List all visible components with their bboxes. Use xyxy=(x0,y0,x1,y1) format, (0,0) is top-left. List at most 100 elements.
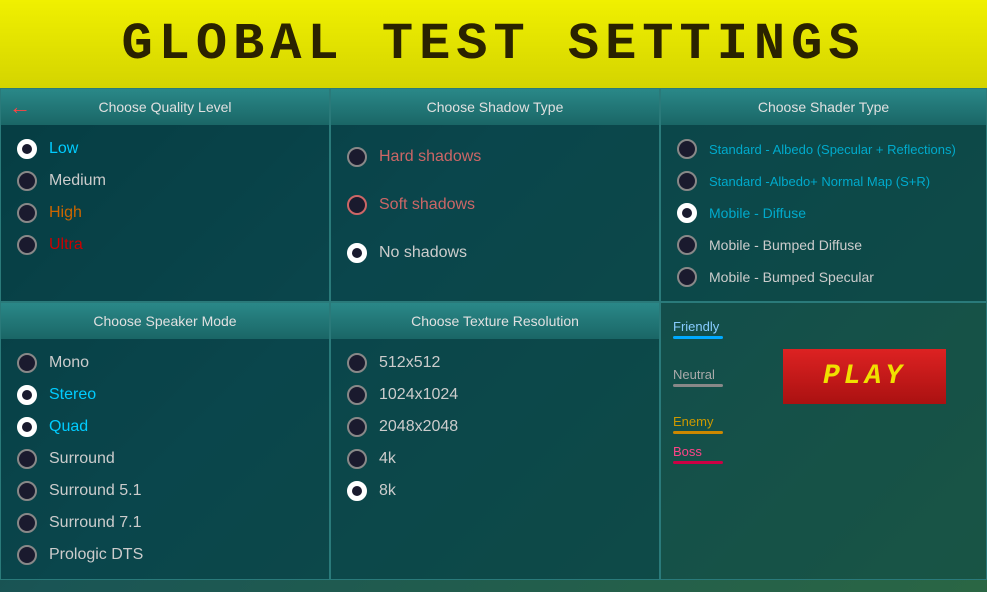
radio-soft xyxy=(347,195,367,215)
texture-panel: Choose Texture Resolution 512x512 1024x1… xyxy=(330,302,660,580)
shadow-no[interactable]: No shadows xyxy=(343,229,647,277)
shader-standard-normal[interactable]: Standard -Albedo+ Normal Map (S+R) xyxy=(673,165,974,197)
texture-512[interactable]: 512x512 xyxy=(343,347,647,379)
speaker-prologic-label: Prologic DTS xyxy=(49,546,143,564)
texture-2048[interactable]: 2048x2048 xyxy=(343,411,647,443)
speaker-body: Mono Stereo Quad Surround Surround 5.1 S… xyxy=(1,339,329,579)
quality-low-label: Low xyxy=(49,140,78,158)
shader-mobile-bumped[interactable]: Mobile - Bumped Diffuse xyxy=(673,229,974,261)
radio-high xyxy=(17,203,37,223)
quality-medium-label: Medium xyxy=(49,172,106,190)
radio-8k xyxy=(347,481,367,501)
radio-medium xyxy=(17,171,37,191)
shadow-panel: Choose Shadow Type Hard shadows Soft sha… xyxy=(330,88,660,302)
speaker-header: Choose Speaker Mode xyxy=(1,303,329,339)
speaker-surround51-label: Surround 5.1 xyxy=(49,482,142,500)
texture-body: 512x512 1024x1024 2048x2048 4k 8k xyxy=(331,339,659,515)
radio-hard xyxy=(347,147,367,167)
neutral-label: Neutral xyxy=(673,367,723,382)
friendly-label: Friendly xyxy=(673,319,974,334)
page-title: GLOBAL TEST SETTINGS xyxy=(121,15,865,74)
quality-body: Low Medium High Ultra xyxy=(1,125,329,269)
radio-surround71 xyxy=(17,513,37,533)
shadow-body: Hard shadows Soft shadows No shadows xyxy=(331,125,659,285)
texture-header: Choose Texture Resolution xyxy=(331,303,659,339)
radio-2048 xyxy=(347,417,367,437)
texture-2048-label: 2048x2048 xyxy=(379,418,458,436)
neutral-bar xyxy=(673,384,723,387)
enemy-label: Enemy xyxy=(673,414,974,429)
shader-standard-normal-label: Standard -Albedo+ Normal Map (S+R) xyxy=(709,174,930,189)
radio-stereo xyxy=(17,385,37,405)
speaker-quad[interactable]: Quad xyxy=(13,411,317,443)
texture-4k[interactable]: 4k xyxy=(343,443,647,475)
radio-mobile-bumped xyxy=(677,235,697,255)
radio-quad xyxy=(17,417,37,437)
shader-mobile-diffuse-label: Mobile - Diffuse xyxy=(709,205,806,221)
radio-standard-normal xyxy=(677,171,697,191)
texture-8k[interactable]: 8k xyxy=(343,475,647,507)
shader-mobile-bumped-label: Mobile - Bumped Diffuse xyxy=(709,237,862,253)
texture-1024[interactable]: 1024x1024 xyxy=(343,379,647,411)
friendly-bar xyxy=(673,336,723,339)
radio-4k xyxy=(347,449,367,469)
shadow-hard[interactable]: Hard shadows xyxy=(343,133,647,181)
shader-mobile-specular-label: Mobile - Bumped Specular xyxy=(709,269,874,285)
texture-512-label: 512x512 xyxy=(379,354,440,372)
shader-standard-albedo-label: Standard - Albedo (Specular + Reflection… xyxy=(709,142,956,157)
boss-label: Boss xyxy=(673,444,974,459)
back-arrow-icon[interactable]: ← xyxy=(9,94,31,120)
speaker-surround[interactable]: Surround xyxy=(13,443,317,475)
radio-low xyxy=(17,139,37,159)
quality-ultra[interactable]: Ultra xyxy=(13,229,317,261)
speaker-stereo[interactable]: Stereo xyxy=(13,379,317,411)
radio-ultra xyxy=(17,235,37,255)
speaker-surround71-label: Surround 7.1 xyxy=(49,514,142,532)
quality-panel: ← Choose Quality Level Low Medium High U… xyxy=(0,88,330,302)
quality-high[interactable]: High xyxy=(13,197,317,229)
radio-no xyxy=(347,243,367,263)
radio-surround xyxy=(17,449,37,469)
enemy-bar xyxy=(673,431,723,434)
speaker-surround51[interactable]: Surround 5.1 xyxy=(13,475,317,507)
quality-medium[interactable]: Medium xyxy=(13,165,317,197)
shader-body: Standard - Albedo (Specular + Reflection… xyxy=(661,125,986,301)
shadow-soft[interactable]: Soft shadows xyxy=(343,181,647,229)
shader-mobile-specular[interactable]: Mobile - Bumped Specular xyxy=(673,261,974,293)
quality-low[interactable]: Low xyxy=(13,133,317,165)
radio-mobile-specular xyxy=(677,267,697,287)
texture-1024-label: 1024x1024 xyxy=(379,386,458,404)
shadow-header: Choose Shadow Type xyxy=(331,89,659,125)
radio-prologic xyxy=(17,545,37,565)
title-bar: GLOBAL TEST SETTINGS xyxy=(0,0,987,88)
speaker-mono-label: Mono xyxy=(49,354,89,372)
speaker-mono[interactable]: Mono xyxy=(13,347,317,379)
speaker-stereo-label: Stereo xyxy=(49,386,96,404)
speaker-quad-label: Quad xyxy=(49,418,88,436)
speaker-prologic[interactable]: Prologic DTS xyxy=(13,539,317,571)
quality-header: ← Choose Quality Level xyxy=(1,89,329,125)
speaker-surround-label: Surround xyxy=(49,450,115,468)
quality-ultra-label: Ultra xyxy=(49,236,83,254)
radio-surround51 xyxy=(17,481,37,501)
speaker-surround71[interactable]: Surround 7.1 xyxy=(13,507,317,539)
radio-mobile-diffuse xyxy=(677,203,697,223)
shader-standard-albedo[interactable]: Standard - Albedo (Specular + Reflection… xyxy=(673,133,974,165)
texture-8k-label: 8k xyxy=(379,482,396,500)
play-button[interactable]: PLAY xyxy=(783,349,946,404)
boss-bar xyxy=(673,461,723,464)
shadow-no-label: No shadows xyxy=(379,244,467,262)
radio-mono xyxy=(17,353,37,373)
right-bottom: Friendly Neutral PLAY Enemy Boss xyxy=(660,302,987,580)
shadow-soft-label: Soft shadows xyxy=(379,196,475,214)
texture-4k-label: 4k xyxy=(379,450,396,468)
shader-panel: Choose Shader Type Standard - Albedo (Sp… xyxy=(660,88,987,302)
quality-high-label: High xyxy=(49,204,82,222)
radio-512 xyxy=(347,353,367,373)
shader-mobile-diffuse[interactable]: Mobile - Diffuse xyxy=(673,197,974,229)
shadow-hard-label: Hard shadows xyxy=(379,148,481,166)
speaker-panel: Choose Speaker Mode Mono Stereo Quad Sur… xyxy=(0,302,330,580)
shader-header: Choose Shader Type xyxy=(661,89,986,125)
radio-1024 xyxy=(347,385,367,405)
main-grid: ← Choose Quality Level Low Medium High U… xyxy=(0,88,987,580)
